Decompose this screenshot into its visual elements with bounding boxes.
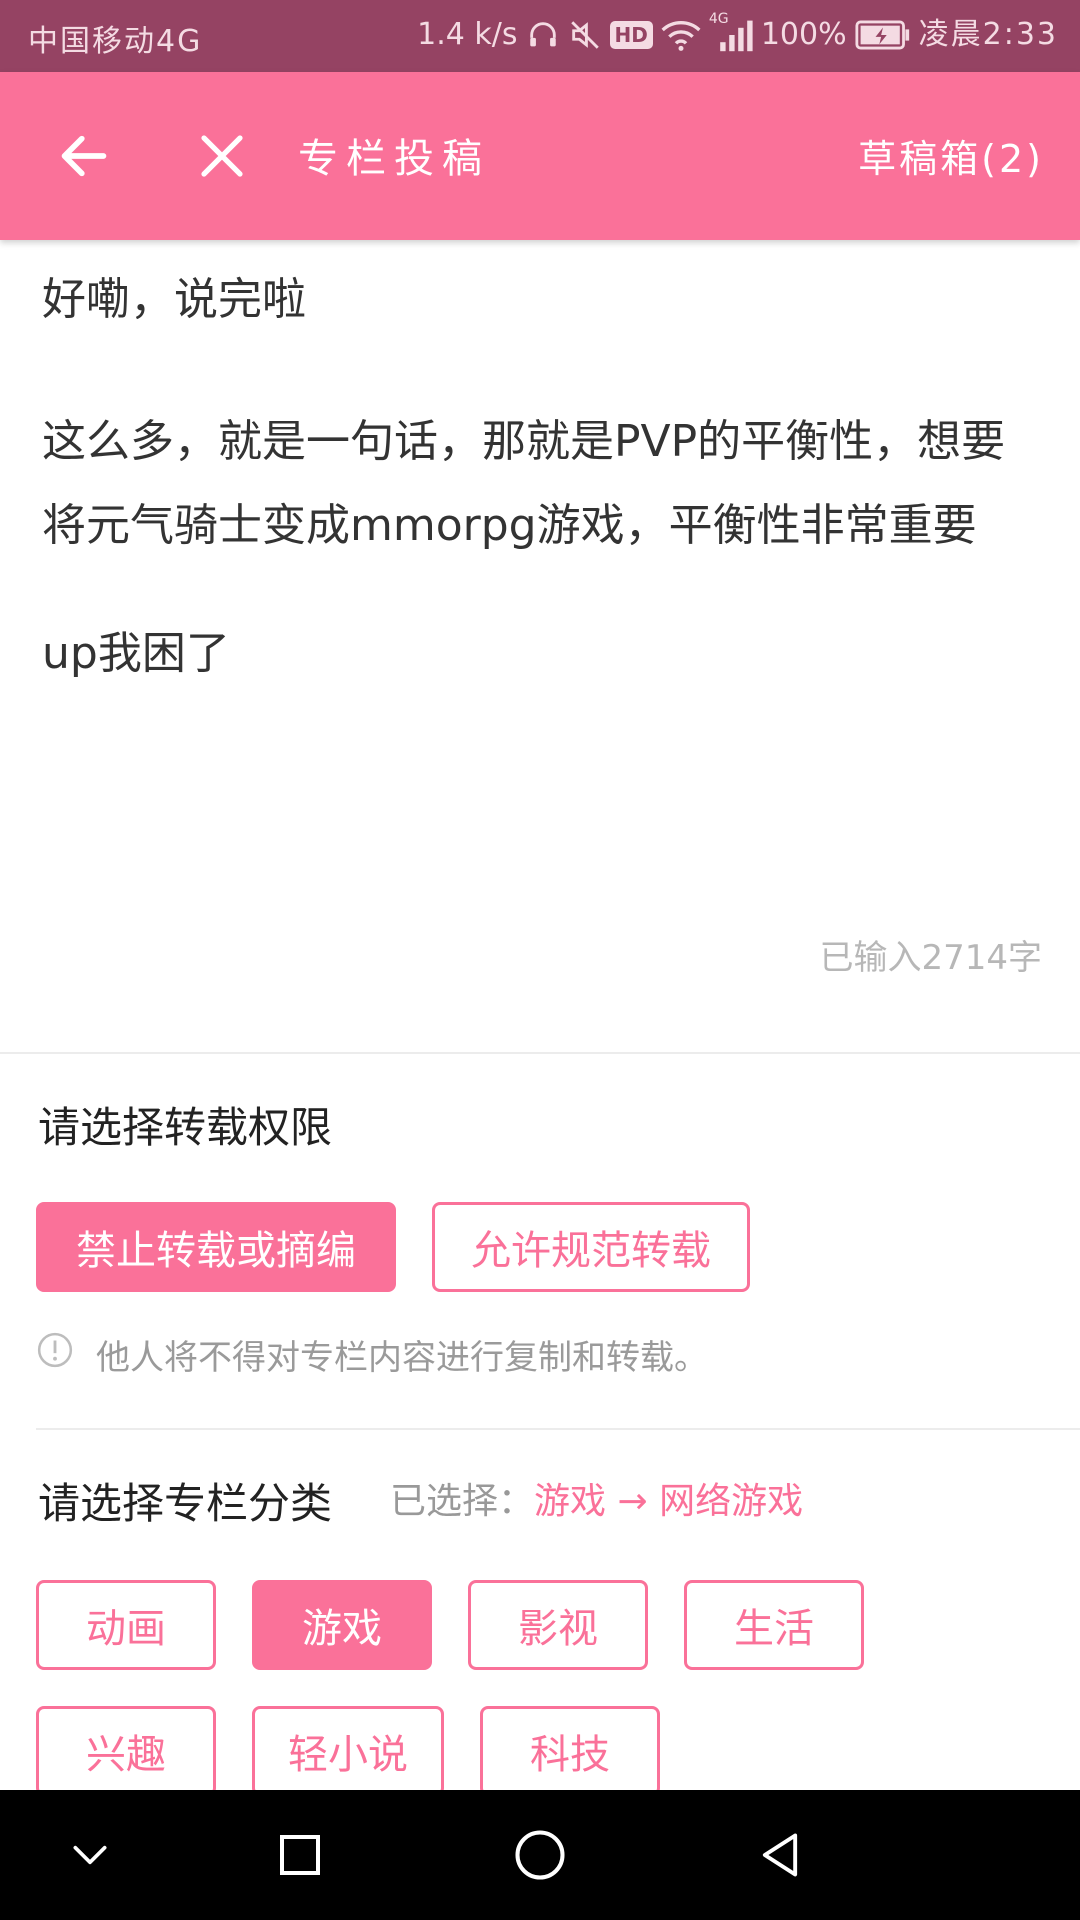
status-bar: 中国移动4G 1.4 k/s HD 4G 100% 凌晨2:33 bbox=[0, 0, 1080, 72]
arrow-left-icon[interactable] bbox=[58, 130, 110, 186]
editor-content: 好嘞，说完啦 这么多，就是一句话，那就是PVP的平衡性，想要将元气骑士变成mmo… bbox=[0, 240, 1080, 1790]
battery-icon bbox=[855, 20, 911, 50]
repost-permission-title: 请选择转载权限 bbox=[38, 1103, 333, 1152]
article-paragraph[interactable]: 好嘞，说完啦 bbox=[42, 258, 1042, 342]
app-bar: 专栏投稿 草稿箱(2) bbox=[0, 72, 1080, 240]
selected-category: 已选择：游戏 → 网络游戏 bbox=[390, 1472, 803, 1524]
article-paragraph[interactable]: 这么多，就是一句话，那就是PVP的平衡性，想要将元气骑士变成mmorpg游戏，平… bbox=[42, 400, 1042, 568]
info-icon bbox=[36, 1331, 74, 1378]
category-option-interest[interactable]: 兴趣 bbox=[36, 1706, 216, 1790]
repost-hint-text: 他人将不得对专栏内容进行复制和转载。 bbox=[96, 1338, 708, 1378]
close-icon[interactable] bbox=[198, 132, 246, 184]
page-title: 专栏投稿 bbox=[298, 136, 490, 182]
triangle-back-icon[interactable] bbox=[730, 1790, 830, 1920]
selected-category-value: 游戏 → 网络游戏 bbox=[534, 1481, 804, 1522]
circle-icon[interactable] bbox=[490, 1790, 590, 1920]
category-option-game[interactable]: 游戏 bbox=[252, 1580, 432, 1670]
repost-option-allow-button[interactable]: 允许规范转载 bbox=[432, 1202, 750, 1292]
battery-percent: 100% bbox=[760, 17, 847, 52]
category-option-light-novel[interactable]: 轻小说 bbox=[252, 1706, 444, 1790]
repost-option-forbid-button[interactable]: 禁止转载或摘编 bbox=[36, 1202, 396, 1292]
category-option-film[interactable]: 影视 bbox=[468, 1580, 648, 1670]
category-title: 请选择专栏分类 bbox=[38, 1479, 333, 1528]
mute-icon bbox=[568, 18, 602, 52]
status-indicators: 1.4 k/s HD 4G 100% 凌晨2:33 bbox=[417, 11, 1058, 58]
divider bbox=[0, 1052, 1080, 1054]
network-speed: 1.4 k/s bbox=[417, 17, 518, 52]
square-icon[interactable] bbox=[250, 1790, 350, 1920]
divider bbox=[36, 1428, 1080, 1430]
chevron-down-icon[interactable] bbox=[40, 1790, 140, 1920]
hd-badge: HD bbox=[609, 21, 653, 49]
category-option-animation[interactable]: 动画 bbox=[36, 1580, 216, 1670]
system-nav-bar bbox=[0, 1790, 1080, 1920]
selected-category-label: 已选择： bbox=[390, 1481, 535, 1522]
screen: 中国移动4G 1.4 k/s HD 4G 100% 凌晨2:33 专栏投稿 草稿… bbox=[0, 0, 1080, 1920]
carrier-label: 中国移动4G bbox=[28, 24, 203, 59]
signal-icon: 4G bbox=[709, 11, 753, 53]
drafts-button[interactable]: 草稿箱(2) bbox=[858, 128, 1044, 183]
repost-hint: 他人将不得对专栏内容进行复制和转载。 bbox=[36, 1330, 708, 1379]
word-count: 已输入2714字 bbox=[819, 938, 1042, 978]
network-type: 4G bbox=[708, 11, 729, 27]
category-option-life[interactable]: 生活 bbox=[684, 1580, 864, 1670]
clock: 凌晨2:33 bbox=[918, 17, 1058, 52]
headphones-icon bbox=[526, 18, 560, 52]
category-option-tech[interactable]: 科技 bbox=[480, 1706, 660, 1790]
article-paragraph[interactable]: up我困了 bbox=[42, 612, 1042, 696]
wifi-icon bbox=[661, 18, 701, 52]
